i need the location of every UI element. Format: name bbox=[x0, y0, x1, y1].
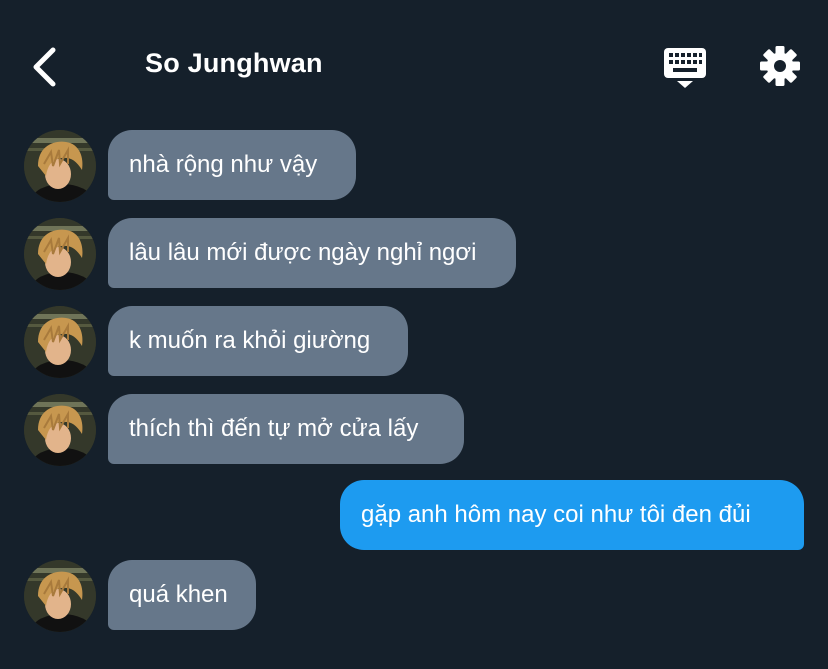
avatar[interactable] bbox=[24, 218, 96, 290]
keyboard-icon bbox=[664, 48, 706, 88]
message-row: quá khen bbox=[0, 560, 828, 632]
message-bubble-incoming[interactable]: quá khen bbox=[108, 560, 256, 630]
gear-icon bbox=[760, 46, 800, 86]
message-bubble-incoming[interactable]: k muốn ra khỏi giường bbox=[108, 306, 408, 376]
avatar[interactable] bbox=[24, 306, 96, 378]
avatar[interactable] bbox=[24, 394, 96, 466]
message-bubble-incoming[interactable]: thích thì đến tự mở cửa lấy bbox=[108, 394, 464, 464]
message-bubble-incoming[interactable]: lâu lâu mới được ngày nghỉ ngơi bbox=[108, 218, 516, 288]
message-row: k muốn ra khỏi giường bbox=[0, 306, 828, 378]
back-button[interactable] bbox=[26, 44, 66, 90]
avatar[interactable] bbox=[24, 130, 96, 202]
chat-screen: So Junghwan nhà rộng như vậy lâu lâu mới… bbox=[0, 0, 828, 669]
avatar-photo bbox=[24, 394, 96, 466]
avatar-photo bbox=[24, 560, 96, 632]
avatar-photo bbox=[24, 130, 96, 202]
message-row: nhà rộng như vậy bbox=[0, 130, 828, 202]
avatar-photo bbox=[24, 218, 96, 290]
keyboard-button[interactable] bbox=[660, 44, 710, 92]
message-bubble-outgoing[interactable]: gặp anh hôm nay coi như tôi đen đủi bbox=[340, 480, 804, 550]
message-row: lâu lâu mới được ngày nghỉ ngơi bbox=[0, 218, 828, 290]
message-row: thích thì đến tự mở cửa lấy bbox=[0, 394, 828, 466]
chat-header: So Junghwan bbox=[0, 0, 828, 120]
message-row: gặp anh hôm nay coi như tôi đen đủi bbox=[0, 480, 828, 550]
chevron-left-icon bbox=[33, 47, 56, 87]
chat-title: So Junghwan bbox=[145, 48, 323, 78]
avatar[interactable] bbox=[24, 560, 96, 632]
message-bubble-incoming[interactable]: nhà rộng như vậy bbox=[108, 130, 356, 200]
settings-button[interactable] bbox=[756, 42, 804, 90]
avatar-photo bbox=[24, 306, 96, 378]
